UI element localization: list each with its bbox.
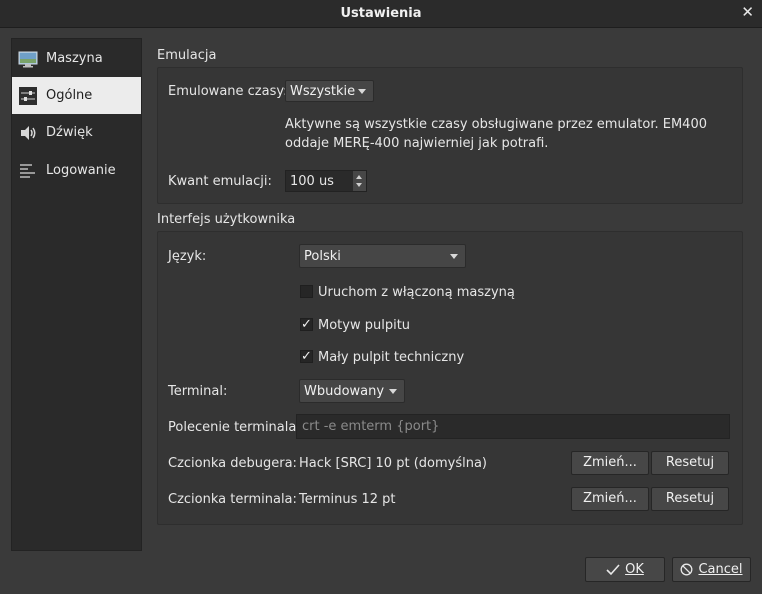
quantum-label: Kwant emulacji: (168, 174, 272, 189)
terminal-font-reset-button[interactable]: Resetuj (651, 487, 729, 511)
chevron-down-icon (358, 89, 366, 94)
sidebar-item-label: Ogólne (46, 88, 93, 103)
debug-font-reset-button[interactable]: Resetuj (651, 451, 729, 475)
title-bar: Ustawienia ✕ (0, 0, 762, 28)
language-combo-value: Polski (304, 248, 341, 264)
debug-font-value: Hack [SRC] 10 pt (domyślna) (299, 456, 487, 471)
sidebar-item-machine[interactable]: Maszyna (12, 40, 141, 77)
sidebar-item-label: Maszyna (46, 51, 103, 66)
language-combo[interactable]: Polski (299, 244, 466, 268)
chevron-down-icon (450, 254, 458, 259)
sidebar-item-logging[interactable]: Logowanie (12, 152, 141, 189)
start-running-label: Uruchom z włączoną maszyną (318, 285, 515, 300)
desktop-theme-checkbox[interactable]: ✓ (300, 318, 313, 331)
spin-up-icon[interactable] (356, 175, 362, 179)
ok-button[interactable]: OK (585, 557, 665, 582)
cancel-icon (681, 563, 693, 576)
sidebar-item-general[interactable]: Ogólne (12, 77, 141, 114)
window-title: Ustawienia (340, 6, 422, 21)
desktop-theme-label: Motyw pulpitu (318, 318, 411, 333)
start-running-checkbox[interactable] (300, 285, 313, 298)
terminal-combo[interactable]: Wbudowany (299, 379, 405, 403)
sidebar: Maszyna Ogólne Dźwięk Logowanie (11, 38, 142, 551)
small-panel-label: Mały pulpit techniczny (318, 350, 465, 365)
cancel-button[interactable]: Cancel (672, 557, 751, 582)
terminal-font-value: Terminus 12 pt (299, 492, 396, 507)
ui-group (157, 231, 743, 525)
ui-group-title: Interfejs użytkownika (157, 212, 296, 227)
timers-label: Emulowane czasy: (168, 84, 288, 99)
timers-info-text: Aktywne są wszystkie czasy obsługiwane p… (285, 117, 707, 151)
chevron-down-icon (389, 389, 397, 394)
timers-combo[interactable]: Wszystkie (285, 80, 374, 102)
debug-font-label: Czcionka debugera: (168, 456, 297, 471)
terminal-command-input[interactable]: crt -e emterm {port} (296, 414, 730, 439)
speaker-icon (18, 123, 38, 143)
terminal-font-change-button[interactable]: Zmień... (571, 487, 649, 511)
quantum-spinbox[interactable]: 100 us (285, 170, 367, 192)
timers-combo-value: Wszystkie (290, 83, 356, 99)
terminal-font-label: Czcionka terminala: (168, 492, 297, 507)
terminal-label: Terminal: (168, 384, 228, 399)
log-lines-icon (18, 161, 38, 181)
spin-buttons[interactable] (352, 171, 366, 191)
ok-button-label: OK (625, 562, 644, 577)
cancel-button-label: Cancel (698, 562, 743, 577)
sidebar-item-sound[interactable]: Dźwięk (12, 114, 141, 151)
close-icon[interactable]: ✕ (741, 3, 754, 21)
sliders-icon (18, 86, 38, 106)
terminal-combo-value: Wbudowany (304, 383, 385, 399)
emulation-group-title: Emulacja (157, 48, 217, 63)
small-panel-checkbox[interactable]: ✓ (300, 350, 313, 363)
spin-down-icon[interactable] (356, 183, 362, 187)
sidebar-item-label: Dźwięk (46, 125, 93, 140)
monitor-icon (18, 49, 38, 69)
sidebar-item-label: Logowanie (46, 163, 116, 178)
quantum-value: 100 us (290, 173, 334, 189)
debug-font-change-button[interactable]: Zmień... (571, 451, 649, 475)
language-label: Język: (168, 249, 207, 264)
check-icon (606, 563, 620, 575)
terminal-command-label: Polecenie terminala: (168, 420, 301, 435)
